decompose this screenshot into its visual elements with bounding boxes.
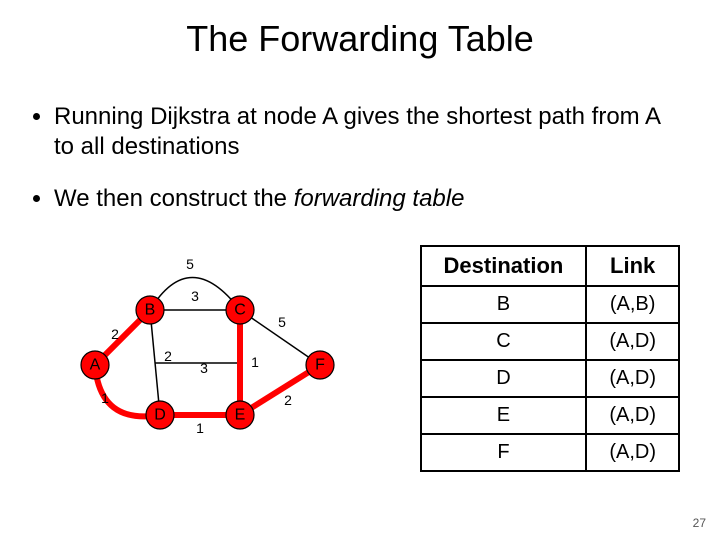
node-c: C <box>234 302 246 319</box>
bullet-2: We then construct the forwarding table <box>54 184 680 214</box>
table-row: E(A,D) <box>421 397 679 434</box>
node-f: F <box>315 357 325 374</box>
w-ef: 2 <box>284 392 292 408</box>
w-cf: 5 <box>278 314 286 330</box>
forwarding-table: Destination Link B(A,B) C(A,D) D(A,D) E(… <box>420 245 680 472</box>
w-de: 1 <box>196 420 204 436</box>
w-bd: 2 <box>164 348 172 364</box>
w-mid3: 3 <box>200 360 208 376</box>
node-b: B <box>145 302 156 319</box>
node-d: D <box>154 407 166 424</box>
w-ce1: 1 <box>251 354 259 370</box>
page-number: 27 <box>693 516 706 530</box>
w-bc: 3 <box>191 288 199 304</box>
table-row: B(A,B) <box>421 286 679 323</box>
table-row: D(A,D) <box>421 360 679 397</box>
network-graph: A B C D E F 5 2 3 1 2 3 1 5 1 2 <box>60 255 360 455</box>
bullet-1: Running Dijkstra at node A gives the sho… <box>54 102 680 162</box>
w-bc-top: 5 <box>186 256 194 272</box>
w-ad: 1 <box>101 390 109 406</box>
th-link: Link <box>586 246 679 286</box>
node-e: E <box>235 407 246 424</box>
w-ab: 2 <box>111 326 119 342</box>
th-destination: Destination <box>421 246 587 286</box>
node-a: A <box>90 357 101 374</box>
slide-title: The Forwarding Table <box>0 0 720 60</box>
table-row: C(A,D) <box>421 323 679 360</box>
bullet-list: Running Dijkstra at node A gives the sho… <box>0 84 720 214</box>
table-row: F(A,D) <box>421 434 679 471</box>
